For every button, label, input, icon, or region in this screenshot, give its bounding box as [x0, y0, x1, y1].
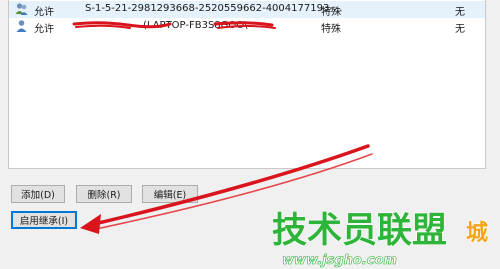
user-group-icon	[15, 3, 28, 15]
permission-entry-row[interactable]: 允许 (LAPTOP-FB3S8GOO\ 特殊 无	[9, 18, 485, 35]
entry-principal: S-1-5-21-2981293668-2520559662-400417719…	[85, 3, 343, 14]
entry-access: 特殊	[321, 24, 341, 35]
enable-inheritance-button[interactable]: 启用继承(I)	[11, 211, 77, 229]
watermark-suffix: 城	[466, 220, 488, 246]
add-button[interactable]: 添加(D)	[11, 185, 65, 203]
permission-entry-row[interactable]: 允许 S-1-5-21-2981293668-2520559662-400417…	[9, 1, 485, 18]
entry-principal: (LAPTOP-FB3S8GOO\	[143, 20, 248, 31]
watermark-brand: 技术员联盟	[272, 211, 447, 251]
user-icon	[16, 20, 27, 32]
watermark-url: www.jsgho.com	[282, 253, 397, 268]
edit-button[interactable]: 编辑(E)	[142, 185, 198, 203]
entry-type: 允许	[34, 7, 54, 18]
entry-type: 允许	[34, 24, 54, 35]
entry-access: 特殊	[321, 7, 341, 18]
permission-entries-list[interactable]: 允许 S-1-5-21-2981293668-2520559662-400417…	[8, 0, 486, 169]
remove-button[interactable]: 删除(R)	[76, 185, 132, 203]
entry-inherited-from: 无	[455, 24, 465, 35]
entry-inherited-from: 无	[455, 7, 465, 18]
